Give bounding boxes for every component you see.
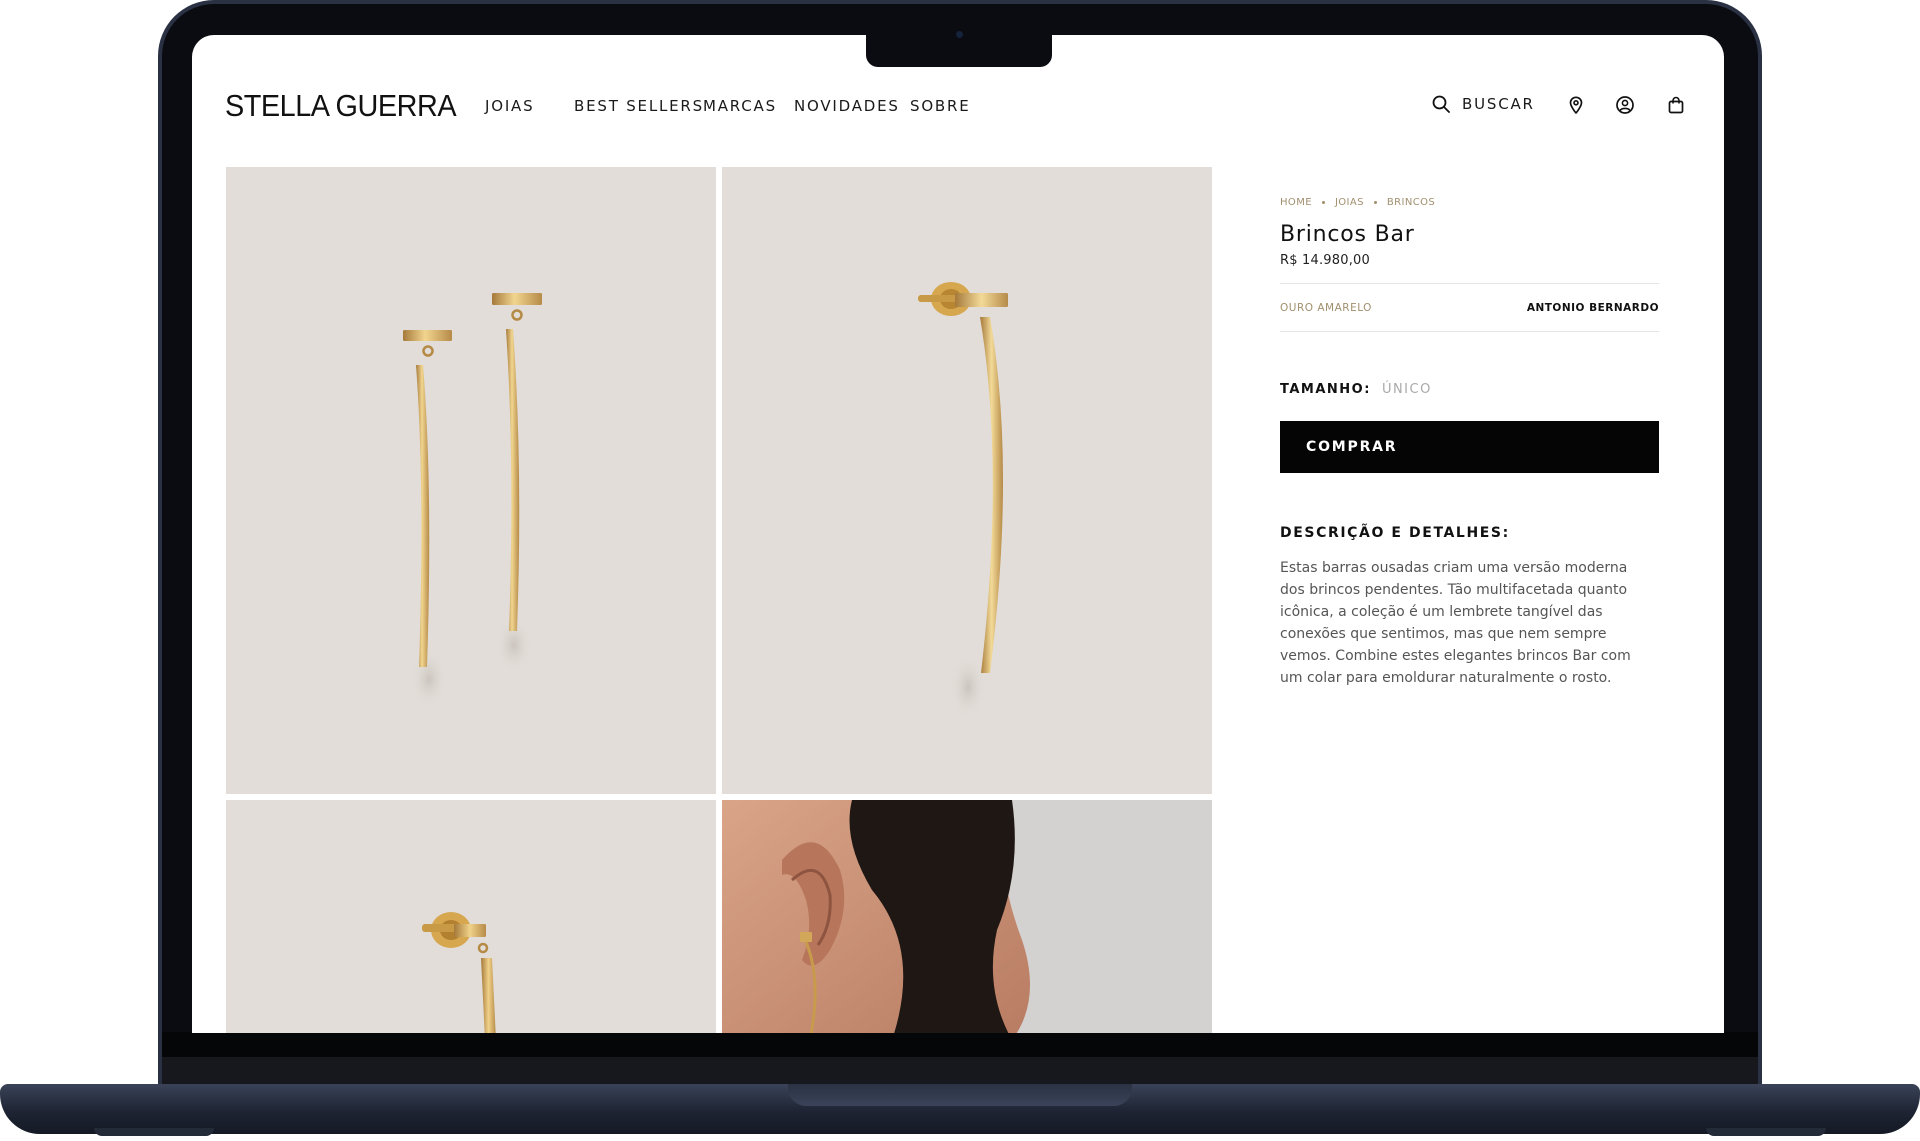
product-gallery [226, 167, 1212, 1033]
buy-button[interactable]: COMPRAR [1280, 421, 1659, 473]
product-meta-row: OURO AMARELO ANTONIO BERNARDO [1280, 284, 1659, 332]
material-label: OURO AMARELO [1280, 301, 1372, 314]
product-photo-pair[interactable] [226, 167, 716, 794]
nav-item-novidades[interactable]: NOVIDADES [794, 97, 900, 115]
search-icon [1432, 95, 1450, 113]
account-icon[interactable] [1615, 95, 1635, 115]
product-photo-worn[interactable] [722, 800, 1212, 1033]
breadcrumb-home[interactable]: HOME [1280, 197, 1312, 208]
laptop-hinge [162, 1057, 1758, 1085]
size-selector: TAMANHO: ÚNICO [1280, 382, 1659, 397]
product-photo-single[interactable] [722, 167, 1212, 794]
search-button[interactable]: BUSCAR [1432, 95, 1535, 113]
description-heading: DESCRIÇÃO E DETALHES: [1280, 525, 1510, 541]
nav-item-best-sellers[interactable]: BEST SELLERS [574, 97, 704, 115]
nav-item-sobre[interactable]: SOBRE [910, 97, 971, 115]
breadcrumb-separator [1373, 200, 1377, 204]
camera-notch [866, 34, 1052, 67]
size-value[interactable]: ÚNICO [1382, 382, 1432, 397]
breadcrumb: HOME JOIAS BRINCOS [1280, 195, 1659, 209]
product-photo-backing[interactable] [226, 800, 716, 1033]
product-title: Brincos Bar [1280, 222, 1415, 247]
breadcrumb-brincos[interactable]: BRINCOS [1387, 197, 1435, 208]
description-text: Estas barras ousadas criam uma versão mo… [1280, 560, 1631, 686]
designer-link[interactable]: ANTONIO BERNARDO [1527, 302, 1659, 314]
product-info-panel: HOME JOIAS BRINCOS Brincos Bar R$ 14.980… [1280, 195, 1659, 703]
shopping-bag-icon[interactable] [1666, 95, 1686, 115]
laptop-opening-notch [788, 1084, 1132, 1106]
nav-item-marcas[interactable]: MARCAS [703, 97, 777, 115]
laptop-foot-right [1706, 1128, 1826, 1136]
location-pin-icon[interactable] [1566, 95, 1586, 115]
brand-logo[interactable]: STELLA GUERRA [225, 88, 457, 124]
nav-item-joias[interactable]: JOIAS [485, 97, 534, 115]
camera-icon [956, 31, 963, 38]
breadcrumb-separator [1321, 200, 1325, 204]
search-label: BUSCAR [1462, 95, 1535, 113]
breadcrumb-joias[interactable]: JOIAS [1335, 197, 1364, 208]
product-price: R$ 14.980,00 [1280, 253, 1370, 268]
size-label: TAMANHO: [1280, 382, 1371, 397]
browser-screen: STELLA GUERRA JOIAS BEST SELLERS MARCAS … [192, 35, 1724, 1033]
laptop-foot-left [94, 1128, 214, 1136]
